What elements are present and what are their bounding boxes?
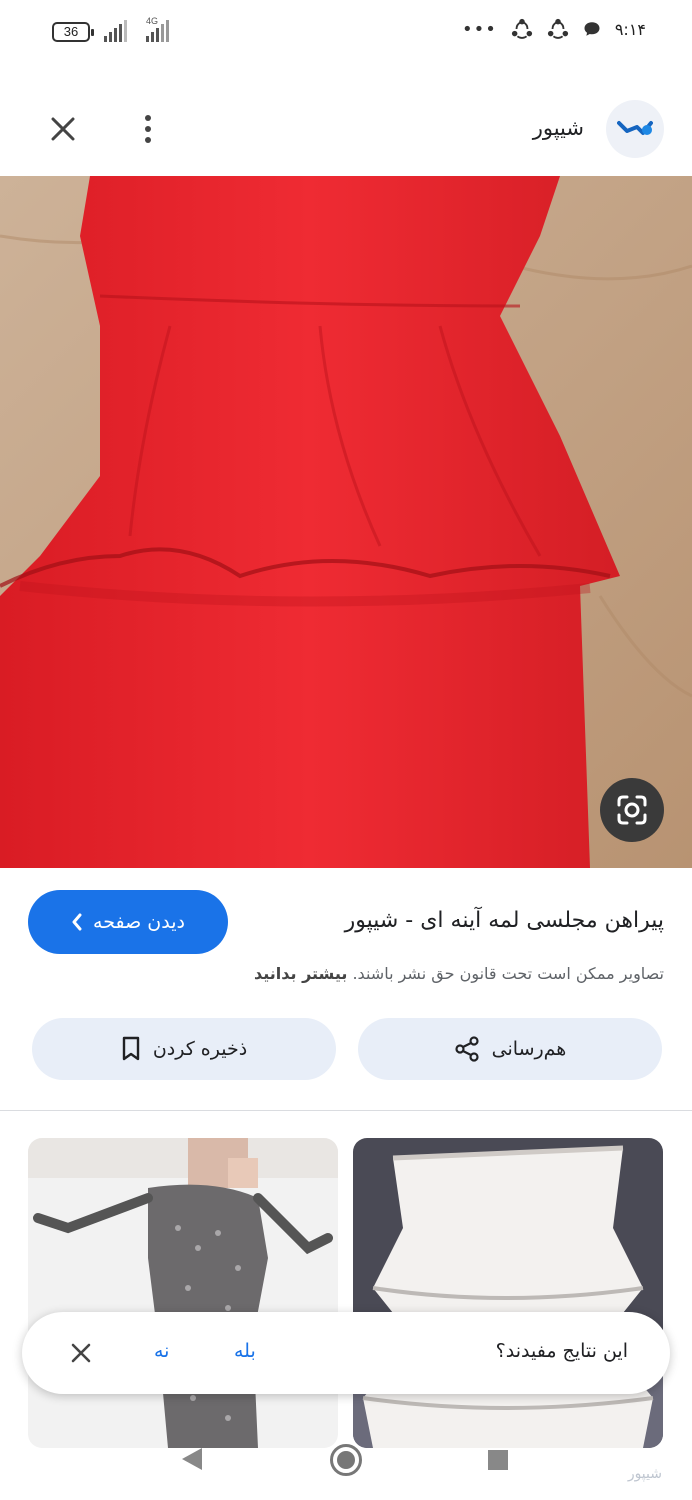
feedback-card: این نتایج مفیدند؟ بله نه xyxy=(22,1312,670,1394)
google-lens-button[interactable] xyxy=(600,778,664,842)
copyright-text: تصاویر ممکن است تحت قانون حق نشر باشند. xyxy=(352,964,664,983)
copyright-notice: تصاویر ممکن است تحت قانون حق نشر باشند. … xyxy=(254,964,664,983)
section-divider xyxy=(0,1110,692,1111)
signal-4g-icon xyxy=(146,20,169,42)
more-options-button[interactable] xyxy=(126,106,170,152)
overflow-dots: ••• xyxy=(461,18,497,40)
battery-level: 36 xyxy=(63,24,79,39)
related-image-sequin-dress[interactable] xyxy=(28,1138,338,1448)
clock: ۹:۱۴ xyxy=(614,19,646,39)
viewer-header: شیپور xyxy=(0,62,692,176)
chevron-left-icon xyxy=(72,913,82,931)
share-button[interactable]: هم‌رسانی xyxy=(358,1018,662,1080)
system-nav-bar: شیپور xyxy=(0,1420,692,1500)
watermark: شیپور xyxy=(627,1466,662,1482)
battery-icon: 36 xyxy=(52,22,94,42)
share-icon xyxy=(455,1036,479,1062)
feedback-close-button[interactable] xyxy=(66,1338,96,1368)
result-title[interactable]: پیراهن مجلسی لمه آینه ای - شیپور xyxy=(254,908,664,933)
learn-more-link[interactable]: بیشتر بدانید xyxy=(254,964,347,983)
nav-recent-icon[interactable] xyxy=(488,1450,508,1470)
bookmark-icon xyxy=(122,1036,140,1061)
nav-home-icon[interactable] xyxy=(330,1444,362,1476)
close-button[interactable] xyxy=(40,106,86,152)
google-lens-icon xyxy=(617,795,647,825)
app-notification-icon xyxy=(511,18,532,39)
signal-icon xyxy=(104,20,127,42)
close-icon xyxy=(71,1343,91,1363)
related-thumbnail xyxy=(28,1138,338,1448)
share-label: هم‌رسانی xyxy=(491,1038,567,1060)
related-image-white-dress[interactable] xyxy=(353,1138,663,1448)
status-bar: 36 4G ••• ۹:۱۴ xyxy=(0,0,692,62)
app-notification-icon xyxy=(547,18,568,39)
site-name[interactable]: شیپور xyxy=(533,116,584,140)
feedback-no-button[interactable]: نه xyxy=(154,1340,169,1362)
related-thumbnail xyxy=(353,1138,663,1448)
feedback-question: این نتایج مفیدند؟ xyxy=(495,1340,628,1362)
sheypoor-logo-icon[interactable] xyxy=(606,100,664,158)
more-vertical-icon xyxy=(145,115,151,143)
chat-bubble-icon xyxy=(584,22,600,36)
feedback-yes-button[interactable]: بله xyxy=(234,1340,256,1362)
save-button[interactable]: ذخیره کردن xyxy=(32,1018,336,1080)
visit-page-button[interactable]: دیدن صفحه xyxy=(28,890,228,954)
sheypoor-logo-shape xyxy=(617,121,653,135)
visit-page-label: دیدن صفحه xyxy=(93,911,185,933)
nav-back-icon[interactable] xyxy=(180,1446,204,1472)
main-result-image[interactable] xyxy=(0,176,692,868)
dress-photo xyxy=(0,176,692,868)
save-label: ذخیره کردن xyxy=(152,1038,248,1060)
close-icon xyxy=(51,117,75,141)
